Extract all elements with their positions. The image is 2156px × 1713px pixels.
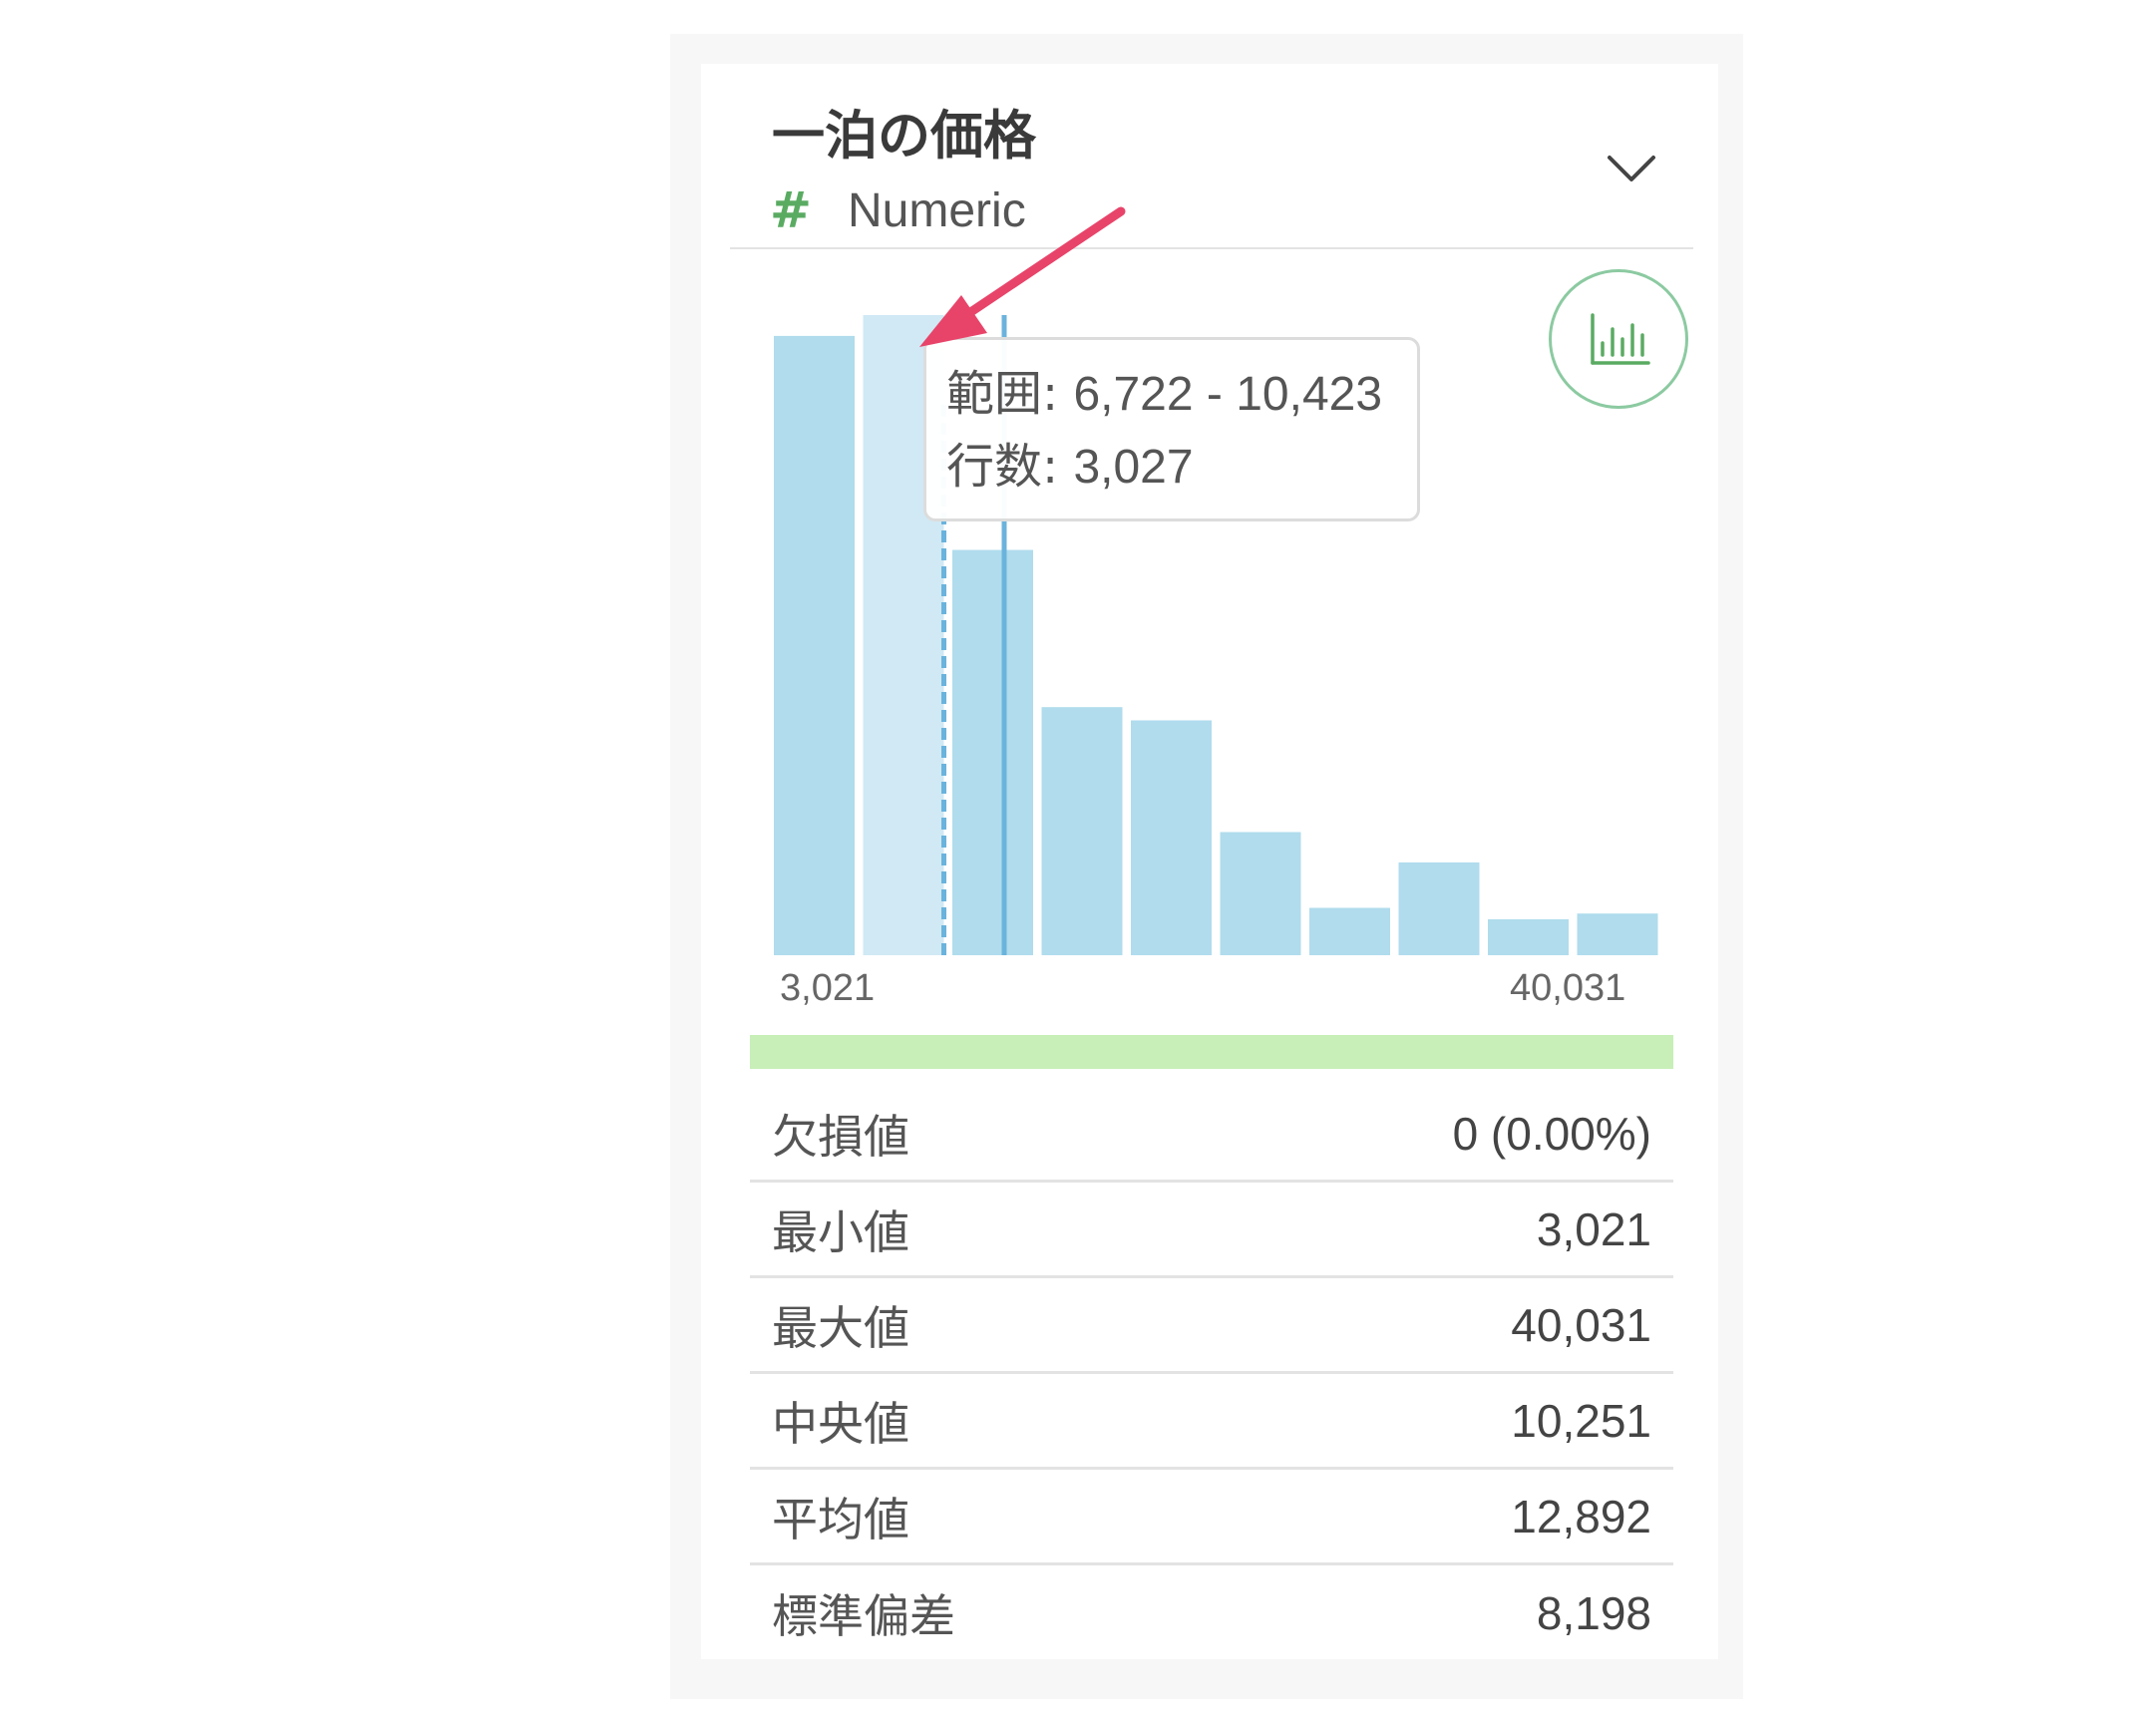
stat-row-median: 中央値 10,251: [750, 1374, 1673, 1470]
stat-row-max: 最大値 40,031: [750, 1278, 1673, 1374]
bar-chart-icon: [1591, 313, 1650, 365]
stat-value: 8,198: [1536, 1587, 1651, 1639]
x-axis-min-label: 3,021: [780, 967, 876, 1009]
histogram-tooltip: 範囲: 6,722 - 10,423 行数: 3,027: [923, 337, 1420, 521]
histogram-bar[interactable]: [1041, 707, 1123, 955]
stat-value: 40,031: [1511, 1298, 1651, 1351]
stat-value: 3,021: [1536, 1202, 1651, 1255]
stat-label: 最小値: [772, 1204, 909, 1259]
histogram-bar[interactable]: [1131, 720, 1212, 955]
data-quality-bar: [750, 1035, 1673, 1069]
tooltip-range-value: 6,722 - 10,423: [1073, 368, 1383, 421]
tooltip-rows-value: 3,027: [1073, 441, 1194, 494]
histogram-bar[interactable]: [1309, 907, 1390, 955]
column-title: 一泊の価格: [772, 106, 1036, 167]
histogram-bar[interactable]: [774, 335, 855, 955]
tooltip-range-label: 範囲:: [946, 366, 1059, 422]
header-divider: [730, 247, 1693, 249]
stat-value: 12,892: [1511, 1490, 1651, 1542]
stat-label: 平均値: [772, 1492, 909, 1546]
histogram-bar[interactable]: [1398, 861, 1480, 955]
histogram-bar[interactable]: [1220, 832, 1301, 955]
chevron-down-icon[interactable]: [1592, 130, 1671, 209]
numeric-hash-icon: #: [770, 181, 812, 239]
stat-label: 中央値: [772, 1396, 909, 1451]
stat-label: 最大値: [772, 1300, 909, 1355]
stat-row-min: 最小値 3,021: [750, 1183, 1673, 1278]
x-axis-max-label: 40,031: [1510, 967, 1626, 1009]
stat-label: 欠損値: [772, 1109, 909, 1164]
stats-table: 欠損値 0 (0.00%) 最小値 3,021 最大値 40,031 中央値 1…: [750, 1087, 1673, 1661]
histogram-bar[interactable]: [1577, 913, 1658, 955]
tooltip-rows-label: 行数:: [946, 439, 1059, 495]
stat-row-mean: 平均値 12,892: [750, 1470, 1673, 1565]
stat-value: 0 (0.00%): [1452, 1107, 1651, 1160]
column-type: # Numeric: [770, 175, 1026, 245]
chart-type-button[interactable]: [1549, 269, 1688, 409]
stat-row-missing: 欠損値 0 (0.00%): [750, 1087, 1673, 1183]
stat-value: 10,251: [1511, 1394, 1651, 1447]
histogram-bar[interactable]: [1488, 918, 1569, 955]
stat-label: 標準偏差: [772, 1589, 955, 1643]
histogram-bar[interactable]: [952, 549, 1033, 955]
column-type-label: Numeric: [848, 183, 1026, 237]
stat-row-stddev: 標準偏差 8,198: [750, 1565, 1673, 1661]
